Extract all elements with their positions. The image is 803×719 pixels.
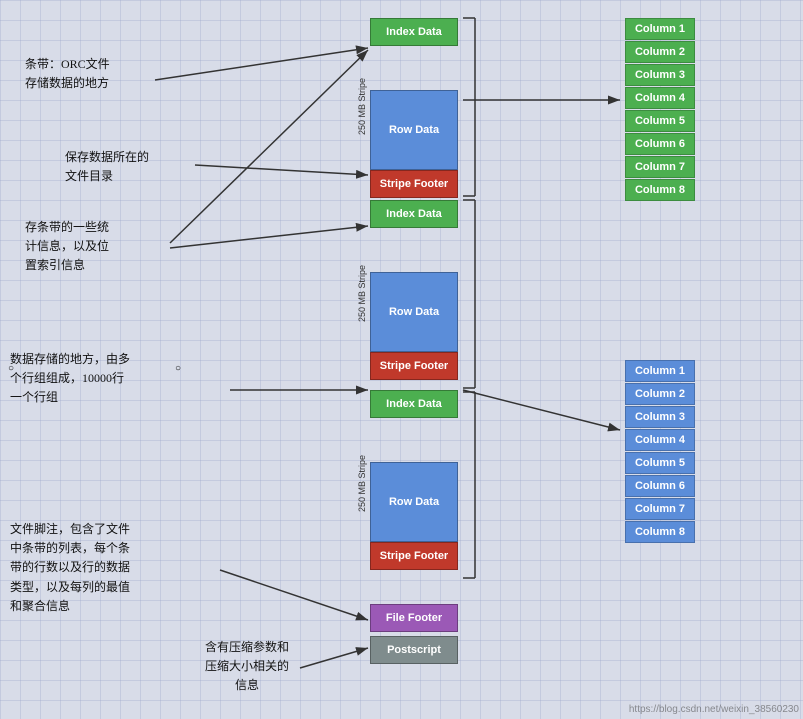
col-g1-8: Column 8 xyxy=(625,179,695,201)
col-g1-7: Column 7 xyxy=(625,156,695,178)
stripe-label-1: 250 MB Stripe xyxy=(355,18,369,196)
ann4-bullet1: ○ xyxy=(8,363,14,374)
block-postscript: Postscript xyxy=(370,636,458,664)
stripe-label-2: 250 MB Stripe xyxy=(355,200,369,388)
block-stripe-footer-2: Stripe Footer xyxy=(370,352,458,380)
col-g1-6: Column 6 xyxy=(625,133,695,155)
col-b2-1: Column 1 xyxy=(625,360,695,382)
annotation-6: 含有压缩参数和压缩大小相关的信息 xyxy=(205,638,289,696)
col-g1-2: Column 2 xyxy=(625,41,695,63)
block-row-1: Row Data xyxy=(370,90,458,170)
annotation-3: 存条带的一些统计信息，以及位置索引信息 xyxy=(25,218,109,276)
block-stripe-footer-3: Stripe Footer xyxy=(370,542,458,570)
annotation-4: 数据存储的地方，由多个行组组成，10000行一个行组 xyxy=(10,350,130,408)
col-g1-5: Column 5 xyxy=(625,110,695,132)
column-group-1: Column 1 Column 2 Column 3 Column 4 Colu… xyxy=(625,18,695,202)
block-row-2: Row Data xyxy=(370,272,458,352)
col-g1-3: Column 3 xyxy=(625,64,695,86)
block-index-2: Index Data xyxy=(370,200,458,228)
diagram: Index Data Row Data Stripe Footer Index … xyxy=(0,0,803,719)
col-b2-3: Column 3 xyxy=(625,406,695,428)
col-g1-1: Column 1 xyxy=(625,18,695,40)
col-b2-7: Column 7 xyxy=(625,498,695,520)
col-g1-4: Column 4 xyxy=(625,87,695,109)
col-b2-4: Column 4 xyxy=(625,429,695,451)
annotation-2: 保存数据所在的文件目录 xyxy=(65,148,149,186)
column-group-2: Column 1 Column 2 Column 3 Column 4 Colu… xyxy=(625,360,695,544)
col-b2-5: Column 5 xyxy=(625,452,695,474)
block-stripe-footer-1: Stripe Footer xyxy=(370,170,458,198)
stripe-label-3: 250 MB Stripe xyxy=(355,390,369,578)
watermark: https://blog.csdn.net/weixin_38560230 xyxy=(629,704,799,715)
block-file-footer: File Footer xyxy=(370,604,458,632)
block-index-1: Index Data xyxy=(370,18,458,46)
annotation-5: 文件脚注，包含了文件中条带的列表，每个条带的行数以及行的数据类型，以及每列的最值… xyxy=(10,520,130,616)
col-b2-2: Column 2 xyxy=(625,383,695,405)
annotation-1: 条带：ORC文件存储数据的地方 xyxy=(25,55,110,93)
block-row-3: Row Data xyxy=(370,462,458,542)
ann4-bullet2: ○ xyxy=(175,363,181,374)
block-index-3: Index Data xyxy=(370,390,458,418)
col-b2-8: Column 8 xyxy=(625,521,695,543)
col-b2-6: Column 6 xyxy=(625,475,695,497)
